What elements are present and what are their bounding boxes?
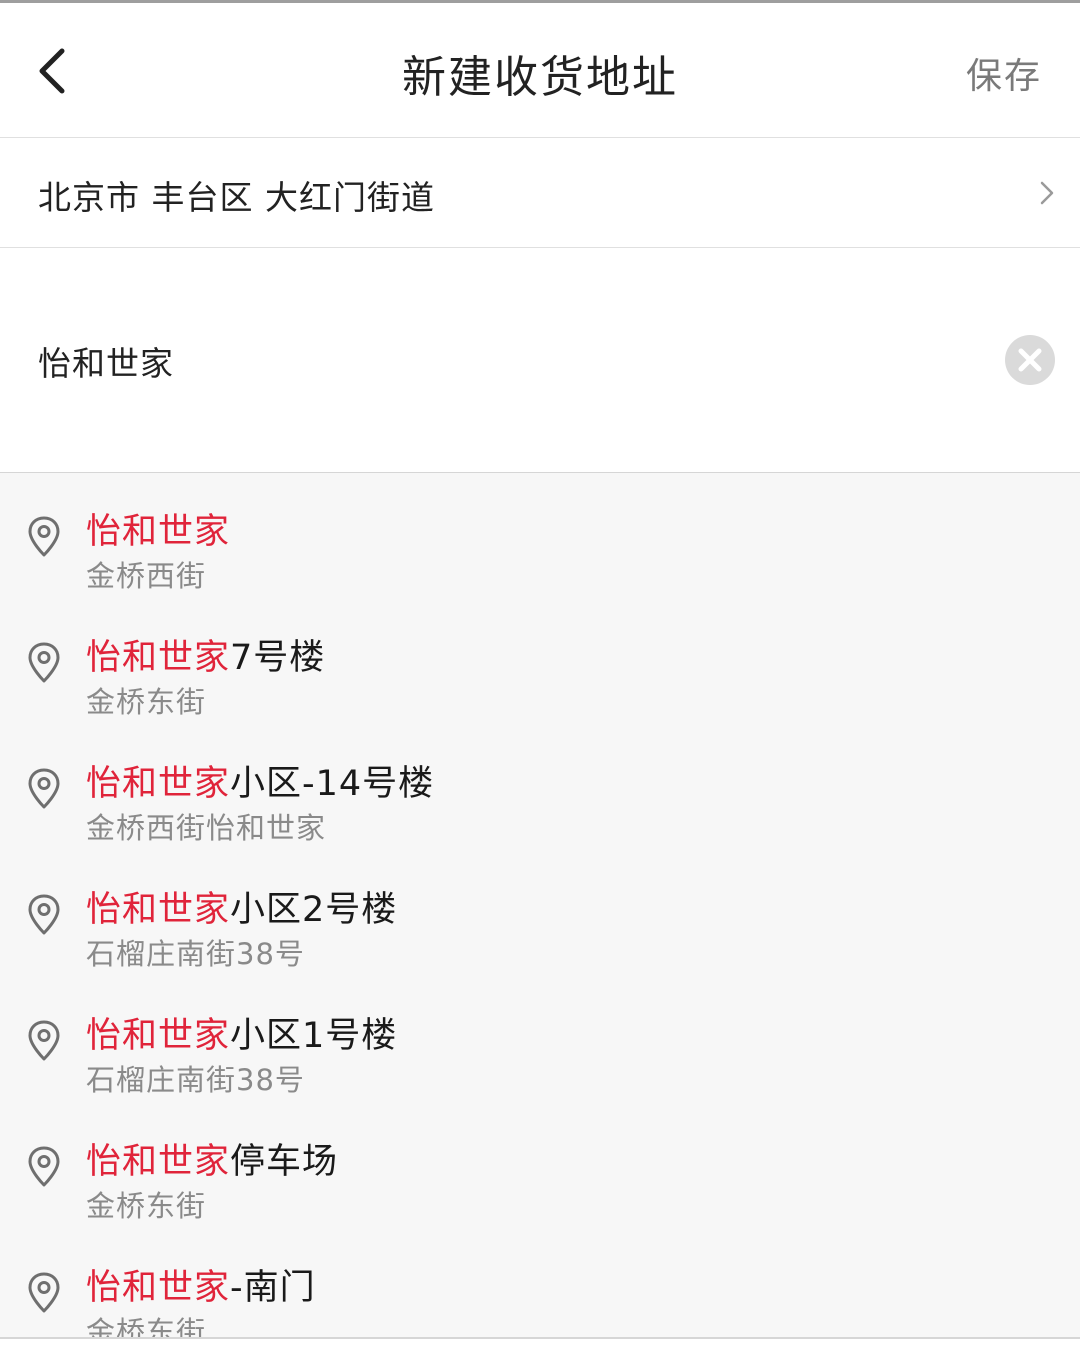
suggestion-match-text: 怡和世家: [86, 638, 231, 678]
navigation-bar: 新建收货地址 保存: [0, 3, 1080, 138]
suggestion-rest-text: 停车场: [230, 1142, 339, 1182]
clear-button[interactable]: [1005, 335, 1055, 385]
address-search-row: [0, 248, 1080, 473]
suggestion-match-text: 怡和世家: [86, 890, 231, 930]
address-search-input[interactable]: [38, 336, 938, 386]
location-pin-icon: [26, 1145, 62, 1189]
suggestion-match-text: 怡和世家: [86, 512, 231, 552]
suggestion-list: 怡和世家 金桥西街 怡和世家7号楼 金桥东街 怡和世家小区-14号楼 金桥西街怡和世家 怡和…: [0, 473, 1080, 1337]
chevron-right-icon: [1036, 175, 1060, 211]
suggestion-rest-text: 小区-14号楼: [230, 764, 435, 804]
save-button[interactable]: 保存: [966, 47, 1042, 99]
suggestion-title: 怡和世家小区-14号楼: [86, 755, 434, 806]
region-text: 北京市 丰台区 大红门街道: [38, 178, 435, 217]
suggestion-rest-text: 小区2号楼: [230, 890, 398, 930]
suggestion-address: 金桥东街: [86, 685, 207, 719]
suggestion-item[interactable]: 怡和世家小区2号楼石榴庄南街38号: [0, 881, 1080, 1007]
suggestion-title: 怡和世家小区1号楼: [86, 1007, 397, 1058]
region-selector[interactable]: 北京市 丰台区 大红门街道: [0, 138, 1080, 248]
suggestion-address: 石榴庄南街38号: [86, 937, 305, 971]
suggestion-address: 金桥东街: [86, 1189, 207, 1223]
location-pin-icon: [26, 767, 62, 811]
screen: 新建收货地址 保存 北京市 丰台区 大红门街道 怡和世家金桥西街怡和世家7号楼金…: [0, 0, 1080, 1346]
suggestion-item[interactable]: 怡和世家7号楼 金桥东街: [0, 629, 1080, 755]
suggestion-rest-text: 小区1号楼: [230, 1016, 398, 1056]
suggestion-title: 怡和世家7号楼: [86, 629, 325, 680]
suggestion-title: 怡和世家: [86, 503, 230, 554]
location-pin-icon: [26, 515, 62, 559]
suggestion-item[interactable]: 怡和世家小区-14号楼金桥西街怡和世家: [0, 755, 1080, 881]
location-pin-icon: [26, 1271, 62, 1315]
suggestion-match-text: 怡和世家: [86, 1016, 231, 1056]
suggestion-match-text: 怡和世家: [86, 1142, 231, 1182]
location-pin-icon: [26, 641, 62, 685]
location-pin-icon: [26, 1019, 62, 1063]
suggestion-item[interactable]: 怡和世家 金桥西街: [0, 503, 1080, 629]
bottom-divider: [0, 1337, 1080, 1346]
suggestion-address: 石榴庄南街38号: [86, 1063, 305, 1097]
suggestion-match-text: 怡和世家: [86, 1268, 231, 1308]
suggestion-title: 怡和世家小区2号楼: [86, 881, 397, 932]
suggestion-item[interactable]: 怡和世家停车场 金桥东街: [0, 1133, 1080, 1259]
suggestion-title: 怡和世家停车场: [86, 1133, 338, 1184]
suggestion-address: 金桥西街怡和世家: [86, 811, 327, 845]
page-title: 新建收货地址: [402, 52, 678, 103]
suggestion-item[interactable]: 怡和世家-南门金桥东街: [0, 1259, 1080, 1337]
close-icon: [1018, 348, 1042, 372]
suggestion-rest-text: 7号楼: [230, 638, 326, 678]
suggestion-address: 金桥东街: [86, 1315, 207, 1337]
location-pin-icon: [26, 893, 62, 937]
suggestion-address: 金桥西街: [86, 559, 207, 593]
suggestion-rest-text: -南门: [230, 1268, 316, 1308]
suggestion-item[interactable]: 怡和世家小区1号楼石榴庄南街38号: [0, 1007, 1080, 1133]
suggestion-match-text: 怡和世家: [86, 764, 231, 804]
suggestion-title: 怡和世家-南门: [86, 1259, 316, 1310]
